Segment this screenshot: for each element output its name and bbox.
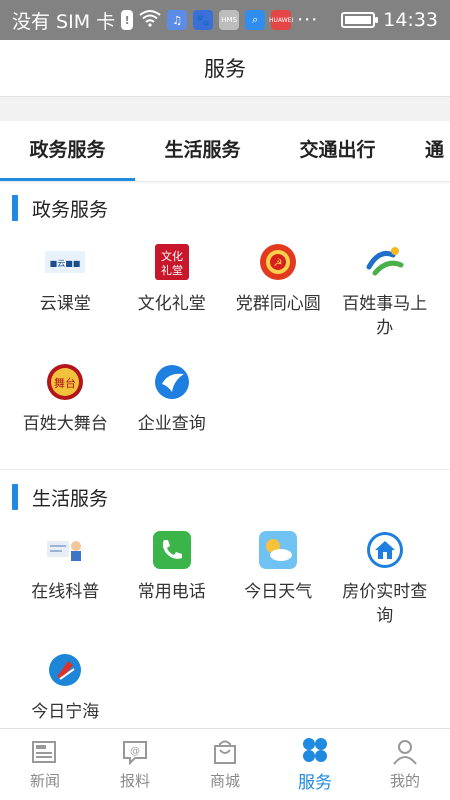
section-title: 政务服务 xyxy=(32,198,109,221)
enterprise-query-icon xyxy=(150,362,194,402)
tab-transport[interactable]: 交通出行 xyxy=(270,121,405,181)
svg-text:礼堂: 礼堂 xyxy=(161,263,183,277)
stage-icon: 舞台 xyxy=(43,362,87,402)
header-spacer xyxy=(0,97,450,121)
wifi-icon xyxy=(139,9,161,32)
hms-icon: HMS xyxy=(219,10,240,30)
party-icon: ☭ xyxy=(256,242,300,282)
tabs-shadow xyxy=(0,181,450,184)
service-house-price[interactable]: 房价实时查询 xyxy=(332,524,439,644)
science-icon xyxy=(43,530,87,570)
svg-text:☭: ☭ xyxy=(274,258,283,269)
user-icon xyxy=(390,738,420,766)
battery-icon xyxy=(341,12,379,28)
culture-hall-icon: 文化 礼堂 xyxy=(150,242,194,282)
nav-news[interactable]: 新闻 xyxy=(0,729,90,800)
service-culture-hall[interactable]: 文化 礼堂 文化礼堂 xyxy=(119,236,226,356)
huawei-app-icon: HUAWEI xyxy=(269,10,293,30)
svg-text:文化: 文化 xyxy=(161,249,183,263)
service-stage[interactable]: 舞台 百姓大舞台 xyxy=(12,356,119,476)
service-phone[interactable]: 常用电话 xyxy=(119,524,226,644)
house-price-icon xyxy=(363,530,407,570)
tab-life[interactable]: 生活服务 xyxy=(135,121,270,181)
page-title: 服务 xyxy=(0,40,450,97)
svg-text:舞台: 舞台 xyxy=(54,376,76,390)
baidu-icon: 🐾 xyxy=(193,10,214,30)
government-services-grid: ■云■■ 云课堂 文化 礼堂 文化礼堂 ☭ 党群同心圆 百姓事马上办 舞台 百姓大… xyxy=(12,236,438,476)
section-accent-bar xyxy=(12,195,18,221)
newspaper-icon xyxy=(30,738,60,766)
service-party[interactable]: ☭ 党群同心圆 xyxy=(225,236,332,356)
service-science[interactable]: 在线科普 xyxy=(12,524,119,644)
service-civic-affairs[interactable]: 百姓事马上办 xyxy=(332,236,439,356)
status-bar: 没有 SIM 卡 ! ♫ 🐾 HMS ⌕ HUAWEI ··· 14:33 xyxy=(0,0,450,40)
category-tabs: 政务服务 生活服务 交通出行 通 xyxy=(0,121,450,181)
section-title: 生活服务 xyxy=(32,487,109,510)
service-weather[interactable]: 今日天气 xyxy=(225,524,332,644)
weather-icon xyxy=(256,530,300,570)
music-app-icon: ♫ xyxy=(167,10,188,30)
alert-icon: ! xyxy=(121,10,134,30)
nav-report[interactable]: @ 报料 xyxy=(90,729,180,800)
section-life-header: 生活服务 xyxy=(0,482,450,512)
clock: 14:33 xyxy=(383,9,438,31)
nav-shop[interactable]: 商城 xyxy=(180,729,270,800)
svg-text:@: @ xyxy=(130,746,140,757)
service-cloud-classroom[interactable]: ■云■■ 云课堂 xyxy=(12,236,119,356)
svg-text:■云■■: ■云■■ xyxy=(50,259,81,268)
ninghai-icon xyxy=(43,650,87,690)
shopping-bag-icon xyxy=(210,738,240,766)
bottom-nav: 新闻 @ 报料 商城 服务 我的 xyxy=(0,728,450,800)
section-government-header: 政务服务 xyxy=(0,193,450,223)
search-app-icon: ⌕ xyxy=(245,10,266,30)
section-accent-bar xyxy=(12,484,18,510)
nav-mine[interactable]: 我的 xyxy=(360,729,450,800)
clover-icon xyxy=(300,736,330,764)
service-enterprise-query[interactable]: 企业查询 xyxy=(119,356,226,476)
tab-more[interactable]: 通 xyxy=(405,121,450,181)
civic-affairs-icon xyxy=(363,242,407,282)
cloud-classroom-icon: ■云■■ xyxy=(43,242,87,282)
tab-government[interactable]: 政务服务 xyxy=(0,121,135,181)
nav-service[interactable]: 服务 xyxy=(270,729,360,800)
report-icon: @ xyxy=(120,738,150,766)
carrier-text: 没有 SIM 卡 xyxy=(12,10,116,33)
section-divider xyxy=(0,469,450,470)
phone-icon xyxy=(150,530,194,570)
more-icon: ··· xyxy=(297,9,319,31)
